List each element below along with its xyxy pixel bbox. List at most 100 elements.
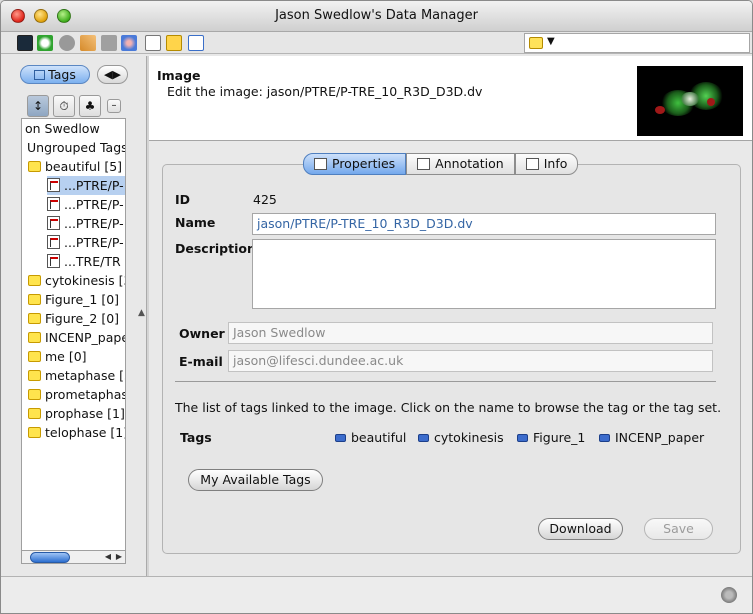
- folder-icon: [28, 275, 41, 286]
- tree-folder[interactable]: prometaphas: [28, 385, 125, 404]
- folder-icon: [28, 313, 41, 324]
- tree-image-item[interactable]: ...PTRE/P-: [47, 176, 125, 195]
- tab-info[interactable]: Info: [514, 153, 579, 175]
- stop-icon[interactable]: [101, 35, 117, 51]
- image-icon: [47, 235, 60, 249]
- tree-image-item[interactable]: ...TRE/TR: [47, 252, 121, 271]
- tags-label: Tags: [180, 430, 212, 445]
- folder-icon: [28, 389, 41, 400]
- add-icon[interactable]: [80, 35, 96, 51]
- folder-icon: [28, 161, 41, 172]
- tree-item-label: beautiful [5]: [45, 159, 123, 174]
- scrollbar-thumb[interactable]: [30, 552, 70, 563]
- scroll-left-icon[interactable]: ◀: [105, 551, 111, 563]
- left-panel: Tags ◀▶ ↕ ⏱ ♣ – on Swedlow Ungrouped Tag…: [1, 56, 145, 576]
- monitor-icon[interactable]: [17, 35, 33, 51]
- tree-image-item[interactable]: ...PTRE/P-: [47, 214, 124, 233]
- tag-link-incenp-paper[interactable]: INCENP_paper: [599, 430, 704, 445]
- refresh-icon[interactable]: [37, 35, 53, 51]
- tree-folder[interactable]: metaphase [5: [28, 366, 126, 385]
- save-button[interactable]: Save: [644, 518, 713, 540]
- tree-folder[interactable]: prophase [1]: [28, 404, 125, 423]
- tree-ungrouped-tags[interactable]: Ungrouped Tags: [27, 138, 125, 157]
- users-icon[interactable]: ♣: [79, 95, 101, 117]
- image-thumbnail[interactable]: [637, 66, 743, 136]
- tree-folder[interactable]: Figure_2 [0]: [28, 309, 119, 328]
- collapse-arrow-icon[interactable]: ▲: [138, 308, 145, 318]
- tree-horizontal-scrollbar[interactable]: ◀ ▶: [21, 550, 126, 564]
- tag-tree: on Swedlow Ungrouped Tags beautiful [5] …: [21, 118, 126, 551]
- tree-item-label: Figure_1 [0]: [45, 292, 120, 307]
- folder-icon: [28, 351, 41, 362]
- tree-item-label: ...PTRE/P-: [64, 197, 124, 212]
- chevron-down-icon: ▼: [547, 36, 555, 47]
- tree-item-label: prophase [1]: [45, 406, 125, 421]
- collapse-icon[interactable]: –: [107, 99, 121, 113]
- image-icon: [47, 178, 60, 192]
- tree-folder[interactable]: telophase [1]: [28, 423, 126, 442]
- folder-icon: [28, 294, 41, 305]
- description-label: Description: [175, 241, 256, 256]
- tree-image-item[interactable]: ...PTRE/P-: [47, 233, 124, 252]
- tag-link-cytokinesis[interactable]: cytokinesis: [418, 430, 504, 445]
- status-bar: [1, 576, 752, 613]
- tab-label: Info: [543, 156, 568, 171]
- tree-item-label: ...PTRE/P-: [64, 216, 124, 231]
- import-icon[interactable]: [121, 35, 137, 51]
- folder-icon: [28, 332, 41, 343]
- tree-item-label: ...PTRE/P-: [64, 178, 124, 193]
- scroll-right-icon[interactable]: ▶: [116, 551, 122, 563]
- tree-item-label: telophase [1]: [45, 425, 126, 440]
- tree-folder[interactable]: Figure_1 [0]: [28, 290, 119, 309]
- description-field[interactable]: [252, 239, 716, 309]
- folder-icon[interactable]: [166, 35, 182, 51]
- nav-arrows-button[interactable]: ◀▶: [97, 65, 128, 84]
- cell-red-spot: [707, 98, 715, 106]
- annotate-icon[interactable]: [145, 35, 161, 51]
- tab-label: Annotation: [435, 156, 504, 171]
- tag-label: cytokinesis: [434, 430, 504, 445]
- tag-link-figure-1[interactable]: Figure_1: [517, 430, 585, 445]
- properties-icon: [314, 158, 327, 170]
- window-title: Jason Swedlow's Data Manager: [275, 8, 478, 23]
- tree-image-item[interactable]: ...PTRE/P-: [47, 195, 124, 214]
- tree-item-label: ...TRE/TR: [64, 254, 121, 269]
- tag-label: beautiful: [351, 430, 407, 445]
- tab-annotation[interactable]: Annotation: [406, 153, 515, 175]
- tag-view-icon[interactable]: ↕: [27, 95, 49, 117]
- owner-label: Owner: [179, 326, 225, 341]
- tree-folder[interactable]: me [0]: [28, 347, 87, 366]
- search-icon[interactable]: [59, 35, 75, 51]
- name-field[interactable]: jason/PTRE/P-TRE_10_R3D_D3D.dv: [252, 213, 716, 235]
- image-icon: [47, 216, 60, 230]
- email-label: E-mail: [179, 354, 223, 369]
- tag-icon: [335, 434, 346, 442]
- tab-properties[interactable]: Properties: [303, 153, 407, 175]
- zoom-icon[interactable]: [188, 35, 204, 51]
- tag-link-beautiful[interactable]: beautiful: [335, 430, 406, 445]
- tree-item-label: metaphase [5: [45, 368, 126, 383]
- tree-folder[interactable]: cytokinesis [3: [28, 271, 125, 290]
- tags-button-label: Tags: [48, 67, 76, 82]
- group-selector[interactable]: ▼: [524, 33, 750, 53]
- activity-icon: [721, 587, 737, 603]
- tag-label: INCENP_paper: [615, 430, 705, 445]
- download-button[interactable]: Download: [538, 518, 623, 540]
- tags-info-text: The list of tags linked to the image. Cl…: [175, 400, 722, 415]
- folder-icon: [28, 370, 41, 381]
- group-folder-icon: [529, 37, 543, 49]
- header-title: Image: [157, 68, 201, 83]
- my-available-tags-button[interactable]: My Available Tags: [188, 469, 323, 491]
- timer-icon[interactable]: ⏱: [53, 95, 75, 117]
- tree-folder[interactable]: beautiful [5]: [28, 157, 122, 176]
- header-subtitle: Edit the image: jason/PTRE/P-TRE_10_R3D_…: [167, 84, 483, 99]
- app-window: Jason Swedlow's Data Manager ▼ Tags ◀▶ ↕…: [0, 0, 753, 614]
- info-icon: [525, 158, 539, 170]
- owner-field: Jason Swedlow: [228, 322, 713, 344]
- tree-folder[interactable]: INCENP_paper: [28, 328, 125, 347]
- image-icon: [47, 197, 60, 211]
- tags-button[interactable]: Tags: [20, 65, 90, 84]
- image-icon: [47, 254, 60, 268]
- tree-root[interactable]: on Swedlow: [25, 119, 100, 138]
- folder-icon: [28, 427, 41, 438]
